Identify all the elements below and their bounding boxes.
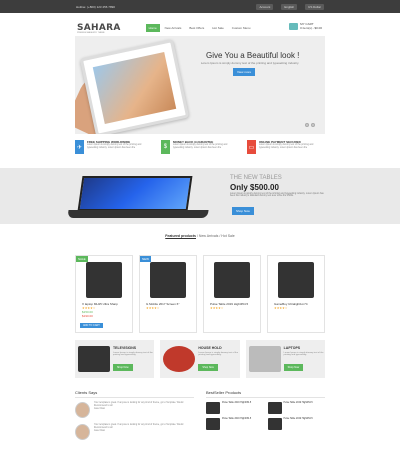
clients-column: Clients Says Your template is great. If …	[75, 390, 194, 446]
tablet-image	[79, 38, 190, 134]
nav-item-custom-menu[interactable]: Custom Menu	[229, 24, 254, 32]
testimonial: Your template is great. If anyone is loo…	[75, 424, 194, 440]
product-tabs: Featured products / New Arrivals / Hot S…	[0, 234, 400, 238]
bestseller-item[interactable]: Pulse Table 2019 Hightlt54.5	[206, 418, 264, 430]
product-card[interactable]: NEW G Mobile 2017 Screen 6" ★★★★☆	[139, 255, 197, 333]
category-title: HOUSE HOLD	[198, 346, 222, 350]
tables-price: Only $500.00	[230, 183, 279, 192]
top-bar: Hotline: (+800) 123 456 7890 Account Eng…	[0, 0, 400, 13]
feature-money-back: $ MONEY BACK GUARANTEE Lorem Ipsum is sim…	[161, 140, 239, 154]
category-televisions[interactable]: TELEVISIONS Lorem Ipsum is simply dummy …	[75, 340, 155, 378]
bestseller-item[interactable]: Pulse Table 2019 Hightlt54.5	[267, 402, 326, 414]
tables-title: THE NEW TABLES	[230, 175, 282, 181]
category-text: Lorem Ipsum is simply dummy text of the …	[198, 352, 239, 356]
hotline-text: Hotline: (+800) 123 456 7890	[76, 4, 115, 9]
account-dropdown[interactable]: Account	[256, 3, 274, 10]
feature-shipping: ✈ FREE SHIPPING WORLDWIDE Lorem Ipsum is …	[75, 140, 153, 154]
rating-stars: ★★★★☆	[146, 306, 160, 310]
product-image[interactable]	[278, 262, 314, 298]
tab-others[interactable]: / New Arrivals / Hot Sale	[196, 234, 235, 238]
category-household[interactable]: HOUSE HOLD Lorem Ipsum is simply dummy t…	[160, 340, 240, 378]
card-icon: ▭	[247, 140, 256, 154]
product-card[interactable]: GameBoy Ultralight1m74 ★★★★☆	[267, 255, 325, 333]
tables-banner: THE NEW TABLES Only $500.00 Lorem Ipsum …	[0, 168, 400, 224]
tab-featured[interactable]: Featured products	[165, 234, 196, 238]
shop-now-button[interactable]: Shop Now	[283, 364, 304, 371]
avatar	[75, 424, 90, 440]
nav-item-best-offers[interactable]: Best Offers	[186, 24, 207, 32]
laptop-image	[67, 176, 218, 224]
avatar	[75, 402, 90, 418]
rating-stars: ★★★★☆	[274, 306, 288, 310]
product-thumb[interactable]	[267, 418, 282, 430]
product-image[interactable]	[214, 262, 250, 298]
feature-text: Lorem Ipsum is simply dummy text of the …	[172, 144, 228, 149]
currency-dropdown[interactable]: US Dollar	[305, 3, 324, 10]
shop-now-button[interactable]: Shop Now	[113, 364, 133, 371]
product-image[interactable]	[86, 262, 122, 298]
vacuum-image	[163, 346, 196, 372]
category-title: TELEVISIONS	[113, 346, 137, 350]
testimonial: Your template is great. If anyone is loo…	[75, 402, 194, 418]
bestseller-name[interactable]: Pulse Table 2019 Hightlt54.5	[222, 418, 251, 430]
cart-info: 0 item(s) - $0.00	[300, 26, 322, 30]
logo[interactable]: SAHARA PREMIUM MAGENTO THEME	[77, 23, 121, 34]
product-thumb[interactable]	[206, 418, 220, 430]
money-icon: $	[161, 140, 170, 154]
testimonial-name: Jane Okan	[93, 408, 106, 410]
sale-badge: SALE	[76, 256, 88, 262]
truck-icon: ✈	[75, 140, 84, 154]
product-thumb[interactable]	[206, 402, 220, 414]
product-card[interactable]: SALE X laptop MH15 Ultra Sharp ★★★★☆ $15…	[75, 255, 133, 333]
shop-now-button[interactable]: Shop Now	[232, 207, 254, 215]
rating-stars: ★★★★☆	[210, 306, 224, 310]
nav-item-hot-sale[interactable]: Hot Sale	[209, 24, 227, 32]
tables-text: Lorem Ipsum is simply dummy text of the …	[230, 193, 324, 197]
slider-dots	[305, 123, 315, 127]
new-badge: NEW	[140, 256, 151, 262]
category-laptops[interactable]: LAPTOPS Lorem Ipsum is simply dummy text…	[245, 340, 325, 378]
bestseller-name[interactable]: Pulse Table 2019 Hightlt54.5	[284, 418, 313, 430]
bestseller-name[interactable]: Pulse Table 2019 Hightlt54.5	[284, 402, 313, 414]
product-old-price: $190.00	[82, 314, 93, 318]
clients-title: Clients Says	[75, 390, 194, 398]
nav-item-home[interactable]: Home	[145, 24, 160, 32]
product-image[interactable]	[150, 262, 186, 298]
category-text: Lorem Ipsum is simply dummy text of the …	[283, 352, 324, 356]
cart-icon	[289, 22, 299, 30]
product-card[interactable]: Pulse Table 2019 Hightlt54.5 ★★★★☆	[203, 255, 261, 333]
feature-text: Lorem Ipsum is simply dummy text of the …	[258, 144, 314, 149]
category-row: TELEVISIONS Lorem Ipsum is simply dummy …	[75, 340, 325, 378]
bestseller-column: BestSeller Products Pulse Table 2019 Hig…	[206, 390, 325, 446]
category-text: Lorem Ipsum is simply dummy text of the …	[113, 352, 153, 356]
shop-now-button[interactable]: Shop Now	[198, 364, 218, 371]
bestseller-name[interactable]: Pulse Table 2019 Hightlt54.5	[222, 402, 251, 414]
nav-item-new-arrivals[interactable]: New Arrivals	[162, 24, 185, 32]
slider-dot[interactable]	[311, 123, 315, 127]
add-to-cart-button[interactable]: ADD TO CART	[80, 323, 103, 328]
language-dropdown[interactable]: English	[281, 3, 298, 10]
view-more-button[interactable]: View more	[233, 68, 256, 76]
slider-title: Give You a Beautiful look !	[206, 51, 300, 60]
bestseller-item[interactable]: Pulse Table 2019 Hightlt54.5	[267, 418, 326, 430]
product-thumb[interactable]	[267, 402, 282, 414]
product-grid: SALE X laptop MH15 Ultra Sharp ★★★★☆ $15…	[75, 255, 325, 333]
category-title: LAPTOPS	[283, 346, 301, 350]
feature-text: Lorem Ipsum is simply dummy text of the …	[86, 144, 142, 149]
testimonial-name: Jane Okan	[93, 430, 106, 432]
bestseller-item[interactable]: Pulse Table 2019 Hightlt54.5	[206, 402, 264, 414]
slider-dot[interactable]	[305, 123, 309, 127]
bottom-section: Clients Says Your template is great. If …	[75, 390, 325, 446]
bestseller-title: BestSeller Products	[206, 390, 325, 398]
laptop-image	[248, 346, 281, 372]
main-nav: Home New Arrivals Best Offers Hot Sale C…	[145, 24, 254, 32]
hero-slider: Give You a Beautiful look ! Lorem Ipsum …	[75, 36, 325, 134]
slider-text: Lorem Ipsum is simply dummy text of the …	[200, 61, 300, 65]
features-row: ✈ FREE SHIPPING WORLDWIDE Lorem Ipsum is …	[75, 140, 325, 154]
tv-image	[78, 346, 110, 372]
cart-widget[interactable]: MY CART 0 item(s) - $0.00	[289, 22, 322, 30]
feature-payment: ▭ ONLINE PAYMENT SECURED Lorem Ipsum is s…	[247, 140, 325, 154]
